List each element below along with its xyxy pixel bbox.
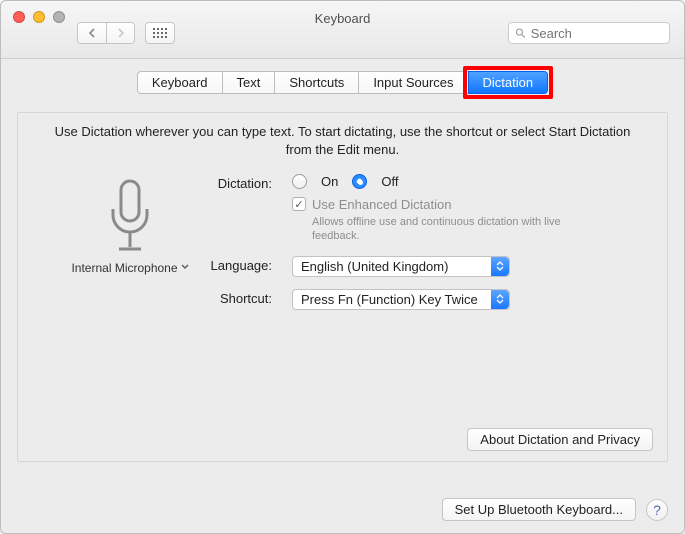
enhanced-dictation-subtext: Allows offline use and continuous dictat…	[312, 215, 602, 244]
dictation-pane: Use Dictation wherever you can type text…	[17, 112, 668, 462]
setup-bluetooth-button[interactable]: Set Up Bluetooth Keyboard...	[442, 498, 636, 521]
back-button[interactable]	[78, 23, 106, 43]
tab-dictation[interactable]: Dictation	[468, 71, 549, 94]
content-body: Keyboard Text Shortcuts Input Sources Di…	[1, 59, 684, 533]
toolbar	[77, 22, 175, 44]
select-arrows-icon	[491, 257, 509, 276]
grid-icon	[153, 28, 168, 39]
tab-keyboard[interactable]: Keyboard	[137, 71, 223, 94]
dictation-off-radio[interactable]	[352, 174, 367, 189]
tab-dictation-label: Dictation	[483, 75, 534, 90]
search-icon	[515, 27, 526, 39]
help-button[interactable]: ?	[646, 499, 668, 521]
dictation-radio-group: On Off	[292, 174, 667, 189]
enhanced-dictation-checkbox[interactable]: ✓	[292, 197, 306, 211]
titlebar: Keyboard	[1, 1, 684, 59]
microphone-selector[interactable]: Internal Microphone	[71, 261, 188, 275]
language-value: English (United Kingdom)	[301, 259, 448, 274]
forward-button[interactable]	[106, 23, 134, 43]
show-all-button[interactable]	[145, 22, 175, 44]
language-select[interactable]: English (United Kingdom)	[292, 256, 510, 277]
microphone-column: Internal Microphone	[50, 177, 210, 275]
search-field[interactable]	[508, 22, 670, 44]
shortcut-select[interactable]: Press Fn (Function) Key Twice	[292, 289, 510, 310]
description-text: Use Dictation wherever you can type text…	[18, 113, 667, 158]
dictation-on-radio[interactable]	[292, 174, 307, 189]
tab-input-sources[interactable]: Input Sources	[358, 71, 468, 94]
dictation-on-label: On	[321, 174, 338, 189]
tab-text[interactable]: Text	[222, 71, 276, 94]
tab-bar: Keyboard Text Shortcuts Input Sources Di…	[1, 71, 684, 94]
search-input[interactable]	[531, 26, 663, 41]
about-dictation-button[interactable]: About Dictation and Privacy	[467, 428, 653, 451]
shortcut-value: Press Fn (Function) Key Twice	[301, 292, 478, 307]
shortcut-label: Shortcut:	[78, 289, 278, 306]
tab-shortcuts[interactable]: Shortcuts	[274, 71, 359, 94]
nav-back-forward	[77, 22, 135, 44]
microphone-icon	[103, 177, 157, 257]
chevron-down-icon	[181, 263, 189, 273]
select-arrows-icon	[491, 290, 509, 309]
enhanced-dictation-label: Use Enhanced Dictation	[312, 197, 602, 212]
window-footer: Set Up Bluetooth Keyboard... ?	[442, 498, 668, 521]
microphone-label: Internal Microphone	[71, 261, 177, 275]
dictation-off-label: Off	[381, 174, 398, 189]
preferences-window: Keyboard	[0, 0, 685, 534]
